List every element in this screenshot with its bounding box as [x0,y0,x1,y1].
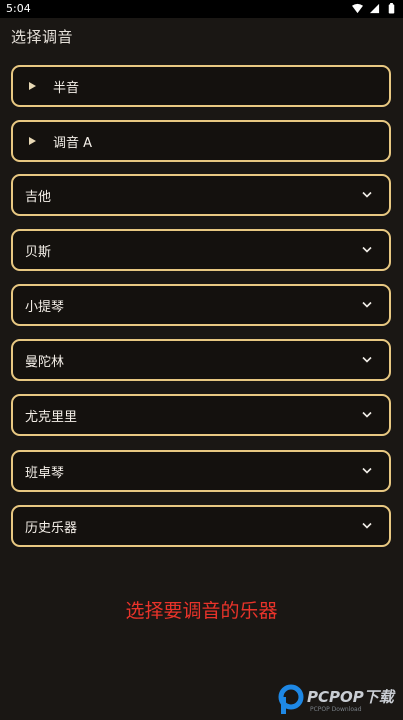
chevron-down-icon [362,411,372,418]
battery-icon [388,3,395,14]
wifi-icon [352,3,363,14]
chevron-down-icon [362,191,372,198]
instrument-label: 贝斯 [25,244,52,260]
instrument-historical-dropdown[interactable]: 历史乐器 [11,505,391,547]
status-bar: 5:04 [0,0,403,18]
instrument-label: 班卓琴 [25,465,65,481]
mode-semitone-button[interactable]: 半音 [11,65,391,107]
play-icon [29,82,36,90]
instrument-guitar-dropdown[interactable]: 吉他 [11,174,391,216]
instrument-banjo-dropdown[interactable]: 班卓琴 [11,450,391,492]
pcpop-logo-icon [278,684,304,714]
mode-label: 半音 [53,80,80,96]
page-title: 选择调音 [11,28,74,46]
status-time: 5:04 [6,2,31,15]
instrument-label: 历史乐器 [25,520,78,536]
play-icon [29,137,36,145]
chevron-down-icon [362,301,372,308]
mode-label: 调音 A [53,135,93,151]
watermark-brand: PCPOP下载 [307,688,394,706]
instrument-mandolin-dropdown[interactable]: 曼陀林 [11,339,391,381]
chevron-down-icon [362,246,372,253]
chevron-down-icon [362,356,372,363]
instrument-ukulele-dropdown[interactable]: 尤克里里 [11,394,391,436]
instrument-label: 小提琴 [25,299,65,315]
chevron-down-icon [362,522,372,529]
watermark-sub: PCPOP Download [310,706,362,713]
instrument-label: 吉他 [25,189,52,205]
instrument-violin-dropdown[interactable]: 小提琴 [11,284,391,326]
instrument-label: 尤克里里 [25,409,78,425]
signal-icon [369,3,380,14]
watermark: PCPOP下载 PCPOP Download [277,682,403,720]
mode-tune-a-button[interactable]: 调音 A [11,120,391,162]
chevron-down-icon [362,467,372,474]
instrument-bass-dropdown[interactable]: 贝斯 [11,229,391,271]
instruction-text: 选择要调音的乐器 [125,600,278,622]
instrument-label: 曼陀林 [25,354,65,370]
